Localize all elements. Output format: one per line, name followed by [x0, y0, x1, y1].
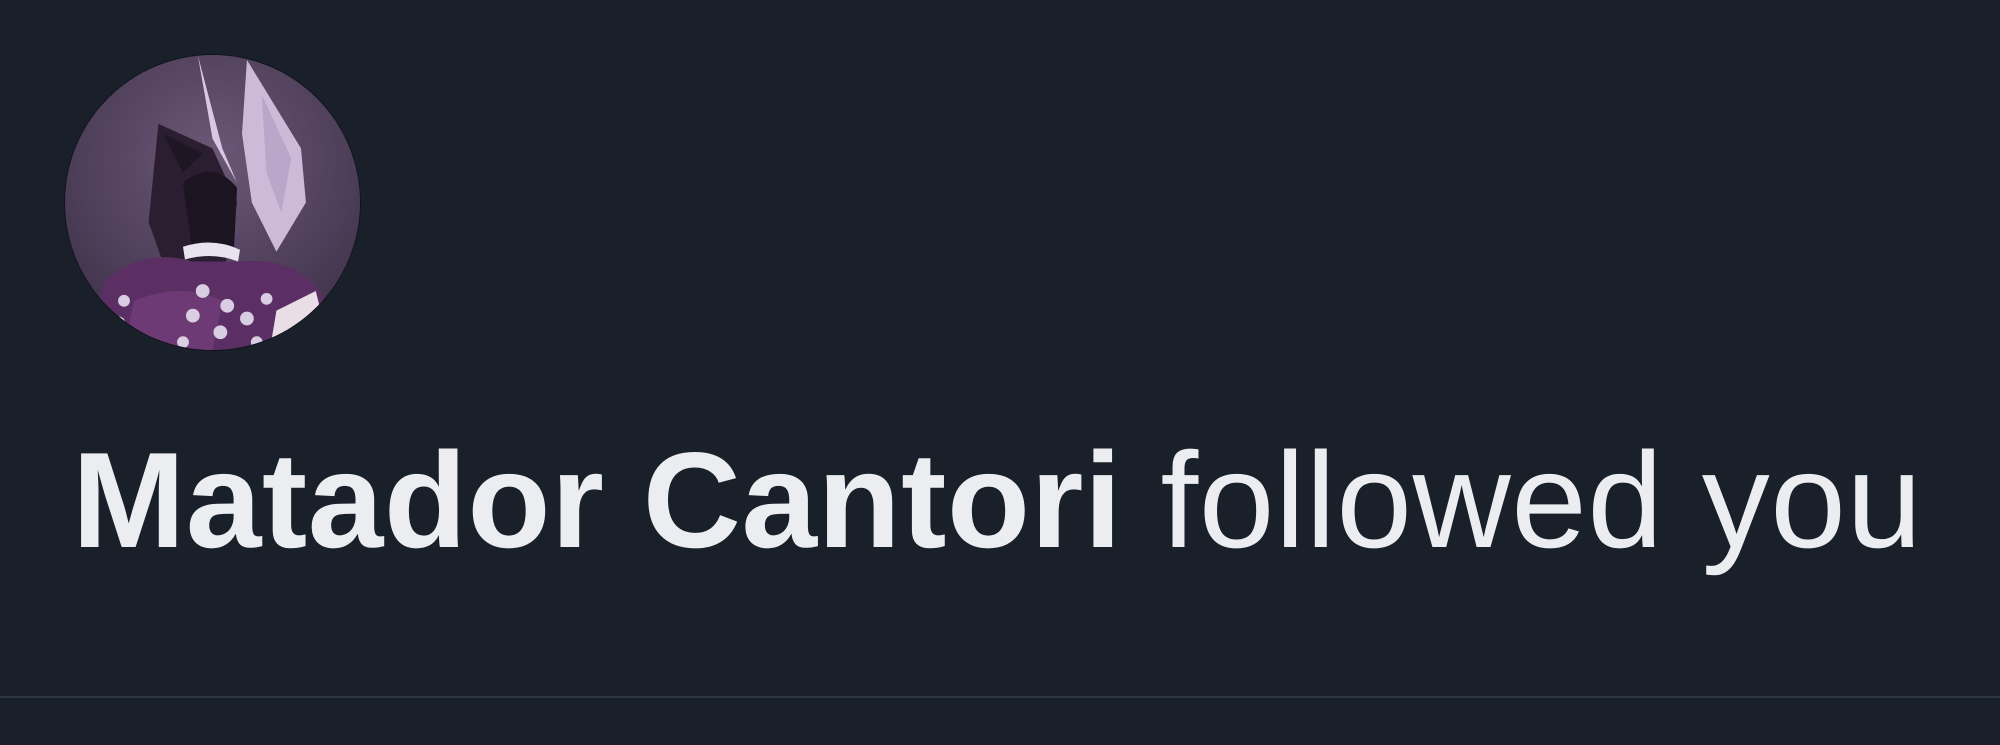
next-item-area: [0, 698, 2000, 745]
user-avatar[interactable]: [65, 55, 360, 350]
follow-notification[interactable]: Matador Cantori followed you: [0, 0, 2000, 696]
avatar-image: [65, 55, 360, 350]
user-name-link[interactable]: Matador Cantori: [72, 424, 1122, 576]
notification-message: Matador Cantori followed you: [72, 432, 1923, 568]
action-text: followed you: [1122, 424, 1923, 576]
